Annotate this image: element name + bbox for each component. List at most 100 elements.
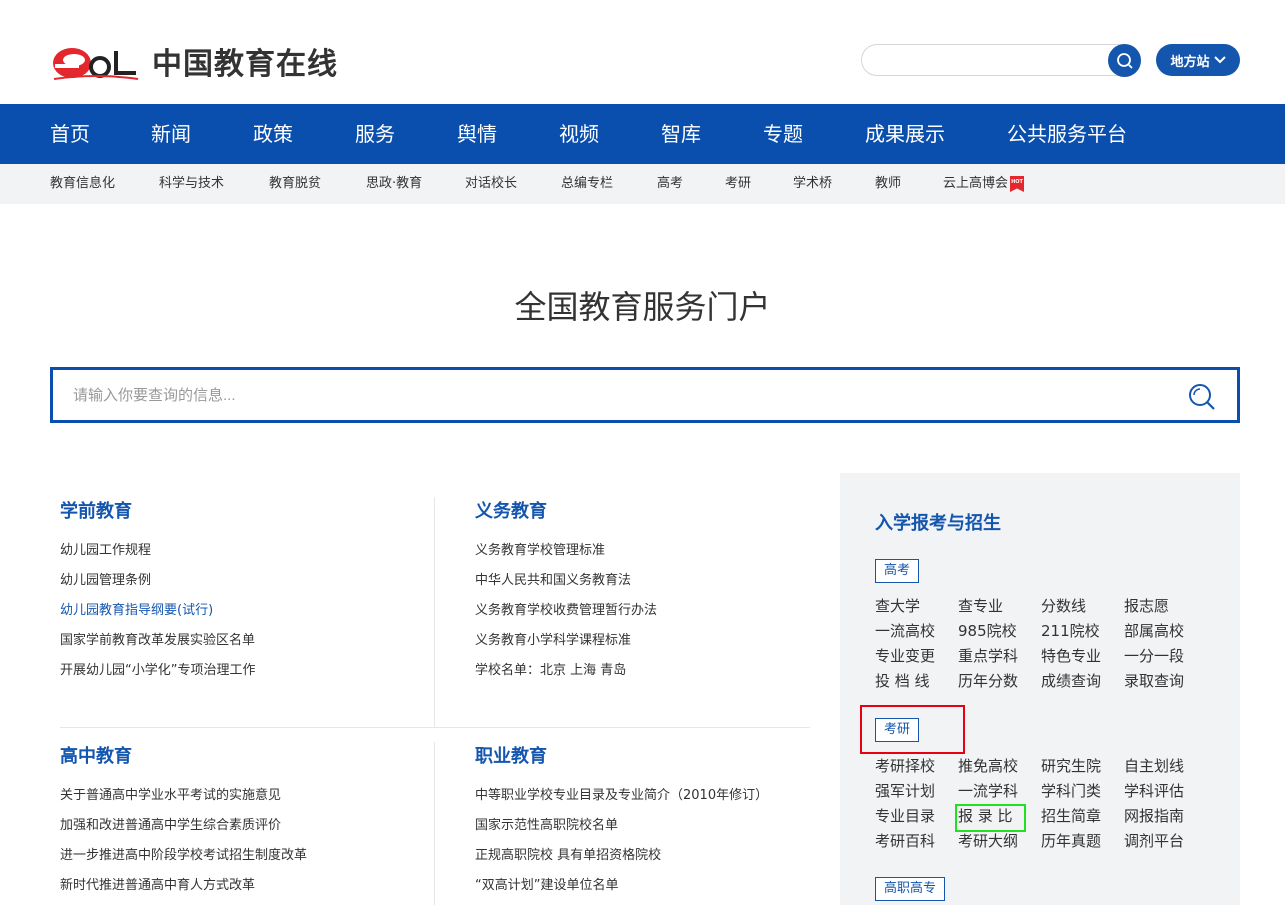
header-search-input[interactable] [876, 49, 1106, 71]
gaokao-link[interactable]: 分数线 [1041, 594, 1124, 619]
list-item[interactable]: 新时代推进普通高中育人方式改革 [60, 871, 307, 901]
list-item[interactable]: 中华人民共和国义务教育法 [475, 566, 657, 596]
subnav-item-teacher[interactable]: 教师 [875, 164, 901, 204]
search-icon[interactable] [1187, 382, 1217, 412]
list-item[interactable]: 正规高职院校 具有单招资格院校 [475, 841, 768, 871]
kaoyan-link[interactable]: 学科门类 [1041, 779, 1124, 804]
block-list-compulsory: 义务教育学校管理标准 中华人民共和国义务教育法 义务教育学校收费管理暂行办法 义… [475, 536, 657, 686]
subnav-item-sci-tech[interactable]: 科学与技术 [159, 164, 224, 204]
nav-item-think-tank[interactable]: 智库 [661, 104, 701, 164]
list-item[interactable]: 关于普通高中学业水平考试的实施意见 [60, 781, 307, 811]
list-item[interactable]: 加强和改进普通高中学生综合素质评价 [60, 811, 307, 841]
gaokao-link[interactable]: 部属高校 [1124, 619, 1207, 644]
portal-search-input[interactable] [73, 382, 1153, 408]
kaoyan-link[interactable]: 考研择校 [875, 754, 958, 779]
subnav-item-ideology[interactable]: 思政·教育 [366, 164, 422, 204]
tag-gaokao[interactable]: 高考 [875, 559, 920, 583]
gaokao-link[interactable]: 一流高校 [875, 619, 958, 644]
block-list-high-school: 关于普通高中学业水平考试的实施意见 加强和改进普通高中学生综合素质评价 进一步推… [60, 781, 307, 901]
gaokao-link[interactable]: 专业变更 [875, 644, 958, 669]
list-item[interactable]: 国家学前教育改革发展实验区名单 [60, 626, 255, 656]
gaokao-link[interactable]: 查专业 [958, 594, 1041, 619]
gaokao-link[interactable]: 成绩查询 [1041, 669, 1124, 694]
nav-item-public-service[interactable]: 公共服务平台 [1007, 104, 1127, 164]
kaoyan-link[interactable]: 专业目录 [875, 804, 958, 829]
subnav-item-academic[interactable]: 学术桥 [793, 164, 832, 204]
kaoyan-link[interactable]: 考研百科 [875, 829, 958, 854]
logo-text: 中国教育在线 [152, 47, 338, 82]
list-item[interactable]: “双高计划”建设单位名单 [475, 871, 768, 901]
list-item[interactable]: 义务教育学校收费管理暂行办法 [475, 596, 657, 626]
subnav-item-poverty[interactable]: 教育脱贫 [269, 164, 321, 204]
column-divider [434, 497, 435, 727]
list-item[interactable]: 开展幼儿园“小学化”专项治理工作 [60, 656, 255, 686]
list-item[interactable]: 国家示范性高职院校名单 [475, 811, 768, 841]
tag-vocational-college[interactable]: 高职高专 [875, 877, 946, 901]
region-label: 地方站 [1170, 54, 1210, 70]
list-item[interactable]: 学校名单：北京 上海 青岛 [475, 656, 657, 686]
list-item[interactable]: 义务教育小学科学课程标准 [475, 626, 657, 656]
nav-item-opinion[interactable]: 舆情 [457, 104, 497, 164]
nav-item-achievements[interactable]: 成果展示 [865, 104, 945, 164]
gaokao-link[interactable]: 重点学科 [958, 644, 1041, 669]
kaoyan-link[interactable]: 考研大纲 [958, 829, 1041, 854]
kaoyan-link[interactable]: 研究生院 [1041, 754, 1124, 779]
nav-item-video[interactable]: 视频 [559, 104, 599, 164]
block-title-high-school[interactable]: 高中教育 [60, 742, 132, 768]
subnav-item-kaoyan[interactable]: 考研 [725, 164, 751, 204]
gaokao-link[interactable]: 历年分数 [958, 669, 1041, 694]
kaoyan-link-admission-ratio[interactable]: 报 录 比 [958, 804, 1041, 829]
admission-panel-title: 入学报考与招生 [875, 513, 1001, 534]
block-list-preschool: 幼儿园工作规程 幼儿园管理条例 幼儿园教育指导纲要(试行) 国家学前教育改革发展… [60, 536, 255, 686]
kaoyan-link[interactable]: 调剂平台 [1124, 829, 1207, 854]
kaoyan-links: 考研择校 推免高校 研究生院 自主划线 强军计划 一流学科 学科门类 学科评估 … [875, 754, 1207, 854]
list-item[interactable]: 义务教育学校管理标准 [475, 536, 657, 566]
block-title-vocational[interactable]: 职业教育 [475, 742, 547, 768]
kaoyan-link[interactable]: 推免高校 [958, 754, 1041, 779]
tag-kaoyan[interactable]: 考研 [875, 718, 920, 742]
nav-item-policy[interactable]: 政策 [253, 104, 293, 164]
subnav-item-edu-it[interactable]: 教育信息化 [50, 164, 115, 204]
chevron-down-icon [1213, 56, 1226, 64]
kaoyan-link[interactable]: 网报指南 [1124, 804, 1207, 829]
kaoyan-link[interactable]: 学科评估 [1124, 779, 1207, 804]
gaokao-link[interactable]: 211院校 [1041, 619, 1124, 644]
kaoyan-link[interactable]: 自主划线 [1124, 754, 1207, 779]
kaoyan-link[interactable]: 招生简章 [1041, 804, 1124, 829]
block-title-preschool[interactable]: 学前教育 [60, 497, 132, 523]
gaokao-link[interactable]: 985院校 [958, 619, 1041, 644]
list-item[interactable]: 中等职业学校专业目录及专业简介（2010年修订） [475, 781, 768, 811]
gaokao-link[interactable]: 投 档 线 [875, 669, 958, 694]
column-divider [434, 742, 435, 905]
site-header: 中国教育在线 地方站 [0, 0, 1285, 104]
list-item[interactable]: 幼儿园管理条例 [60, 566, 255, 596]
hot-badge-icon: HOT [1010, 176, 1025, 192]
list-item[interactable]: 进一步推进高中阶段学校考试招生制度改革 [60, 841, 307, 871]
region-dropdown-button[interactable]: 地方站 [1156, 44, 1240, 76]
row-divider [60, 727, 810, 728]
gaokao-link[interactable]: 录取查询 [1124, 669, 1207, 694]
block-title-compulsory[interactable]: 义务教育 [475, 497, 547, 523]
nav-item-home[interactable]: 首页 [50, 104, 90, 164]
list-item[interactable]: 幼儿园工作规程 [60, 536, 255, 566]
subnav-item-cloud-expo-label: 云上高博会 [943, 176, 1009, 191]
gaokao-link[interactable]: 特色专业 [1041, 644, 1124, 669]
nav-item-topics[interactable]: 专题 [763, 104, 803, 164]
kaoyan-link[interactable]: 强军计划 [875, 779, 958, 804]
gaokao-link[interactable]: 报志愿 [1124, 594, 1207, 619]
gaokao-link[interactable]: 一分一段 [1124, 644, 1207, 669]
header-search-button[interactable] [1108, 44, 1141, 77]
list-item[interactable]: 幼儿园教育指导纲要(试行) [60, 596, 255, 626]
subnav-item-gaokao[interactable]: 高考 [657, 164, 683, 204]
kaoyan-link[interactable]: 历年真题 [1041, 829, 1124, 854]
nav-item-news[interactable]: 新闻 [151, 104, 191, 164]
kaoyan-link[interactable]: 一流学科 [958, 779, 1041, 804]
portal-search-box [50, 367, 1240, 423]
subnav-item-editor-column[interactable]: 总编专栏 [561, 164, 613, 204]
nav-item-service[interactable]: 服务 [355, 104, 395, 164]
subnav-item-principals[interactable]: 对话校长 [465, 164, 517, 204]
gaokao-link[interactable]: 查大学 [875, 594, 958, 619]
subnav-item-cloud-expo[interactable]: 云上高博会 HOT [943, 164, 1025, 204]
block-list-vocational: 中等职业学校专业目录及专业简介（2010年修订） 国家示范性高职院校名单 正规高… [475, 781, 768, 901]
site-logo[interactable]: 中国教育在线 [52, 36, 338, 86]
